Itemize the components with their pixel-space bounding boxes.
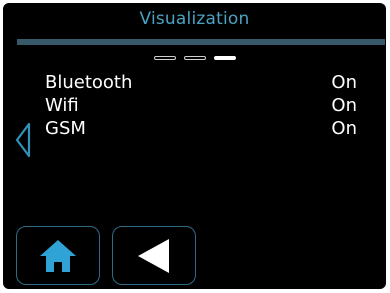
home-button[interactable]: [16, 226, 100, 285]
back-triangle-icon: [138, 238, 169, 273]
setting-value: On: [331, 117, 357, 139]
previous-page-arrow[interactable]: [14, 121, 32, 159]
setting-value: On: [331, 94, 357, 116]
page-indicator-dot-1: [153, 56, 176, 60]
title-underline: [17, 39, 385, 45]
device-screen: Visualization Bluetooth On Wifi On GSM O…: [3, 3, 386, 289]
page-indicator: [3, 56, 386, 60]
setting-label: GSM: [45, 117, 86, 139]
back-button[interactable]: [112, 226, 196, 285]
setting-row-bluetooth: Bluetooth On: [45, 71, 357, 93]
page-indicator-dot-2: [183, 56, 206, 60]
home-icon: [40, 239, 76, 272]
setting-label: Wifi: [45, 94, 79, 116]
page-indicator-dot-3: [213, 56, 236, 60]
setting-label: Bluetooth: [45, 71, 133, 93]
setting-row-wifi: Wifi On: [45, 94, 357, 116]
setting-value: On: [331, 71, 357, 93]
setting-row-gsm: GSM On: [45, 117, 357, 139]
chevron-left-icon: [15, 122, 31, 158]
page-title: Visualization: [139, 9, 250, 29]
